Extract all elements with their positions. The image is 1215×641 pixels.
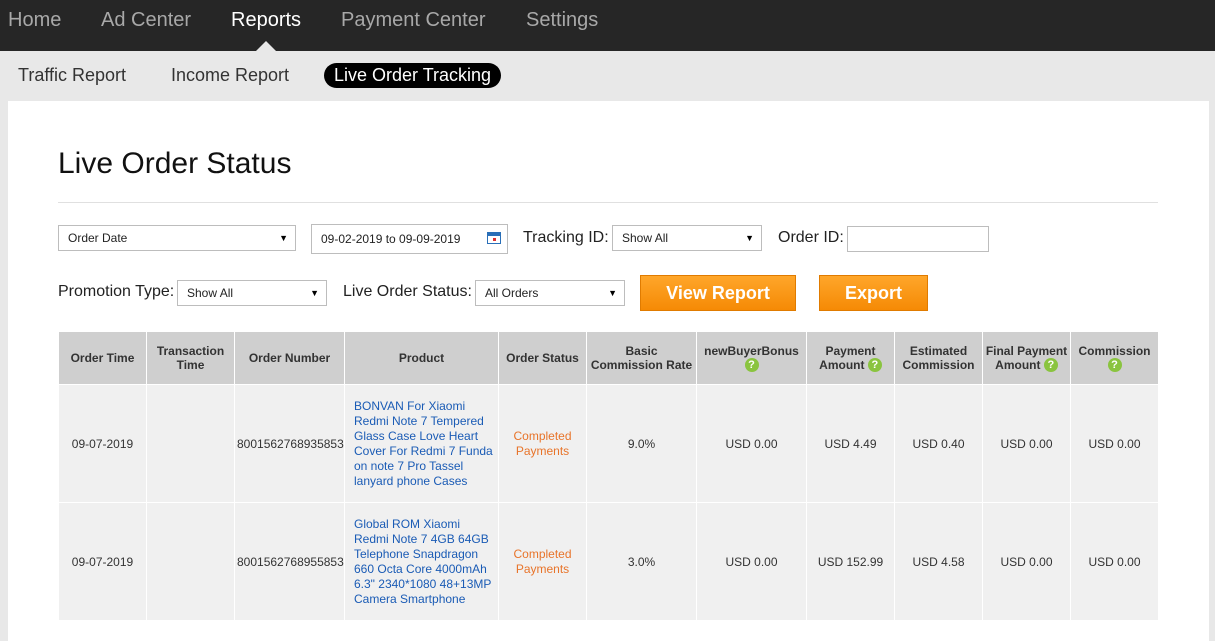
promotion-type-label: Promotion Type:: [58, 283, 175, 300]
header-estimated-commission: Estimated Commission: [894, 331, 983, 385]
product-link[interactable]: Global ROM Xiaomi Redmi Note 7 4GB 64GB …: [354, 517, 491, 606]
cell-basic-commission-rate: 3.0%: [586, 502, 697, 621]
question-circle-icon[interactable]: ?: [867, 358, 882, 373]
date-range-value: 09-02-2019 to 09-09-2019: [321, 232, 461, 246]
tracking-id-value: Show All: [622, 231, 669, 245]
nav-item-payment-center[interactable]: Payment Center: [341, 0, 486, 41]
cell-basic-commission-rate: 9.0%: [586, 384, 697, 503]
tab-live-order-tracking[interactable]: Live Order Tracking: [324, 63, 502, 88]
cell-product: BONVAN For Xiaomi Redmi Note 7 Tempered …: [344, 384, 499, 503]
orders-table: Order Time Transaction Time Order Number…: [58, 331, 1159, 621]
date-type-select[interactable]: Order Date ▼: [58, 225, 296, 251]
promotion-type-value: Show All: [187, 286, 234, 300]
live-order-status-value: All Orders: [485, 286, 539, 300]
cell-order-number: 8001562768935853: [234, 384, 345, 503]
view-report-button[interactable]: View Report: [640, 275, 796, 311]
cell-new-buyer-bonus: USD 0.00: [696, 384, 807, 503]
header-payment-amount-label: Payment Amount: [819, 343, 876, 372]
cell-order-time: 09-07-2019: [58, 502, 147, 621]
page-title: Live Order Status: [58, 147, 292, 180]
cell-new-buyer-bonus: USD 0.00: [696, 502, 807, 621]
caret-down-icon: ▼: [279, 233, 288, 243]
cell-commission: USD 0.00: [1070, 384, 1159, 503]
caret-down-icon: ▼: [608, 288, 617, 298]
header-commission-label: Commission: [1078, 343, 1151, 358]
date-range-input[interactable]: 09-02-2019 to 09-09-2019: [311, 224, 508, 254]
cell-order-time: 09-07-2019: [58, 384, 147, 503]
question-circle-icon[interactable]: ?: [1107, 358, 1122, 373]
tab-traffic-report[interactable]: Traffic Report: [18, 63, 126, 88]
order-id-label: Order ID:: [778, 229, 844, 246]
tab-income-report[interactable]: Income Report: [171, 63, 289, 88]
calendar-icon[interactable]: [487, 232, 501, 244]
nav-item-home[interactable]: Home: [8, 0, 61, 41]
table-row: 09-07-2019 8001562768935853 BONVAN For X…: [58, 384, 1159, 503]
header-new-buyer-bonus: newBuyerBonus ?: [696, 331, 807, 385]
header-order-time: Order Time: [58, 331, 147, 385]
question-circle-icon[interactable]: ?: [744, 358, 759, 373]
header-payment-amount: Payment Amount ?: [806, 331, 895, 385]
header-final-payment-amount: Final Payment Amount ?: [982, 331, 1071, 385]
header-order-number: Order Number: [234, 331, 345, 385]
table-header-row: Order Time Transaction Time Order Number…: [58, 331, 1159, 385]
cell-final-payment-amount: USD 0.00: [982, 384, 1071, 503]
cell-payment-amount: USD 4.49: [806, 384, 895, 503]
cell-payment-amount: USD 152.99: [806, 502, 895, 621]
header-basic-commission-rate: Basic Commission Rate: [586, 331, 697, 385]
question-circle-icon[interactable]: ?: [1043, 358, 1058, 373]
header-new-buyer-bonus-label: newBuyerBonus: [704, 343, 799, 358]
product-link[interactable]: BONVAN For Xiaomi Redmi Note 7 Tempered …: [354, 399, 493, 488]
cell-order-status: Completed Payments: [498, 502, 587, 621]
order-id-input[interactable]: [847, 226, 989, 252]
header-product: Product: [344, 331, 499, 385]
tracking-id-select[interactable]: Show All ▼: [612, 225, 762, 251]
nav-item-settings[interactable]: Settings: [526, 0, 598, 41]
cell-transaction-time: [146, 384, 235, 503]
header-transaction-time: Transaction Time: [146, 331, 235, 385]
cell-order-number: 8001562768955853: [234, 502, 345, 621]
cell-final-payment-amount: USD 0.00: [982, 502, 1071, 621]
live-order-status-label: Live Order Status:: [343, 283, 472, 300]
live-order-status-select[interactable]: All Orders ▼: [475, 280, 625, 306]
title-divider: [58, 202, 1158, 203]
active-nav-indicator: [256, 41, 276, 51]
nav-item-ad-center[interactable]: Ad Center: [101, 0, 191, 41]
cell-estimated-commission: USD 0.40: [894, 384, 983, 503]
caret-down-icon: ▼: [310, 288, 319, 298]
tracking-id-label: Tracking ID:: [523, 229, 609, 246]
cell-transaction-time: [146, 502, 235, 621]
cell-product: Global ROM Xiaomi Redmi Note 7 4GB 64GB …: [344, 502, 499, 621]
top-nav-bar: Home Ad Center Reports Payment Center Se…: [0, 0, 1215, 51]
export-button[interactable]: Export: [819, 275, 928, 311]
cell-commission: USD 0.00: [1070, 502, 1159, 621]
promotion-type-select[interactable]: Show All ▼: [177, 280, 327, 306]
nav-item-reports[interactable]: Reports: [231, 0, 301, 41]
header-commission: Commission ?: [1070, 331, 1159, 385]
table-row: 09-07-2019 8001562768955853 Global ROM X…: [58, 502, 1159, 621]
cell-order-status: Completed Payments: [498, 384, 587, 503]
cell-estimated-commission: USD 4.58: [894, 502, 983, 621]
header-order-status: Order Status: [498, 331, 587, 385]
date-type-value: Order Date: [68, 231, 128, 245]
caret-down-icon: ▼: [745, 233, 754, 243]
